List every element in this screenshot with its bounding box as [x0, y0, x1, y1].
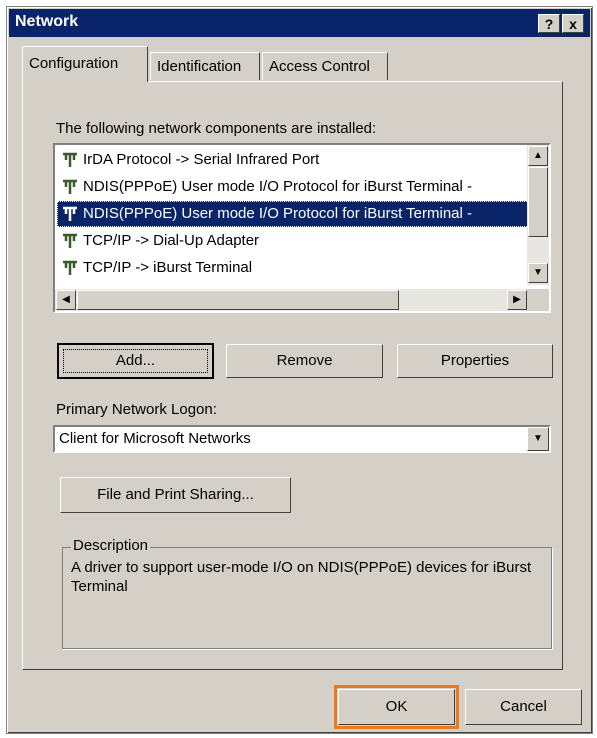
list-item[interactable]: IrDA Protocol -> Serial Infrared Port	[57, 147, 549, 173]
remove-button[interactable]: Remove	[226, 344, 383, 378]
description-text: A driver to support user-mode I/O on NDI…	[71, 559, 532, 595]
ok-button[interactable]: OK	[338, 689, 455, 725]
primary-logon-label: Primary Network Logon:	[56, 401, 217, 418]
network-protocol-icon	[63, 233, 77, 248]
title-bar[interactable]: Network ? x	[9, 9, 590, 37]
chevron-down-icon[interactable]: ▼	[527, 427, 549, 451]
scroll-right-icon[interactable]: ▶	[507, 290, 527, 310]
network-protocol-icon	[63, 152, 77, 167]
tab-access-control[interactable]: Access Control	[262, 52, 388, 80]
scroll-up-icon[interactable]: ▲	[528, 146, 548, 166]
list-item-label: TCP/IP -> iBurst Terminal	[83, 259, 253, 276]
description-group: Description A driver to support user-mod…	[62, 537, 552, 649]
scroll-left-icon[interactable]: ◀	[56, 290, 76, 310]
components-label: The following network components are ins…	[56, 120, 377, 137]
list-item-selected[interactable]: NDIS(PPPoE) User mode I/O Protocol for i…	[57, 201, 549, 227]
list-item-label: TCP/IP -> Dial-Up Adapter	[83, 232, 260, 249]
help-button[interactable]: ?	[538, 14, 560, 33]
list-item[interactable]: NDIS(PPPoE) User mode I/O Protocol for i…	[57, 174, 549, 200]
tab-configuration[interactable]: Configuration	[22, 46, 148, 82]
cancel-button[interactable]: Cancel	[465, 689, 582, 725]
properties-button[interactable]: Properties	[397, 344, 553, 378]
network-protocol-icon	[63, 260, 77, 275]
add-button[interactable]: Add...	[57, 343, 214, 379]
vertical-scroll-thumb[interactable]	[528, 167, 548, 237]
primary-logon-select[interactable]: Client for Microsoft Networks ▼	[53, 425, 551, 453]
file-print-sharing-button[interactable]: File and Print Sharing...	[60, 477, 291, 513]
close-button[interactable]: x	[562, 14, 584, 33]
scroll-down-icon[interactable]: ▼	[528, 263, 548, 283]
description-label: Description	[71, 537, 151, 554]
list-item-label: NDIS(PPPoE) User mode I/O Protocol for i…	[83, 205, 473, 222]
window-title: Network	[15, 13, 79, 30]
tab-identification[interactable]: Identification	[150, 52, 260, 80]
network-protocol-icon	[63, 179, 77, 194]
horizontal-scroll-thumb[interactable]	[77, 290, 399, 310]
list-item[interactable]: TCP/IP -> Dial-Up Adapter	[57, 228, 549, 254]
scrollbar-corner	[527, 289, 549, 311]
horizontal-scrollbar[interactable]: ◀ ▶	[55, 289, 529, 311]
primary-logon-value: Client for Microsoft Networks	[59, 430, 251, 447]
list-item-label: IrDA Protocol -> Serial Infrared Port	[83, 151, 320, 168]
vertical-scrollbar[interactable]: ▲ ▼	[527, 145, 549, 285]
list-item[interactable]: TCP/IP -> iBurst Terminal	[57, 255, 549, 281]
list-item-label: NDIS(PPPoE) User mode I/O Protocol for i…	[83, 178, 473, 195]
add-button-label: Add...	[59, 345, 212, 377]
components-list[interactable]: IrDA Protocol -> Serial Infrared Port ND…	[53, 143, 551, 313]
network-protocol-icon	[63, 206, 77, 221]
